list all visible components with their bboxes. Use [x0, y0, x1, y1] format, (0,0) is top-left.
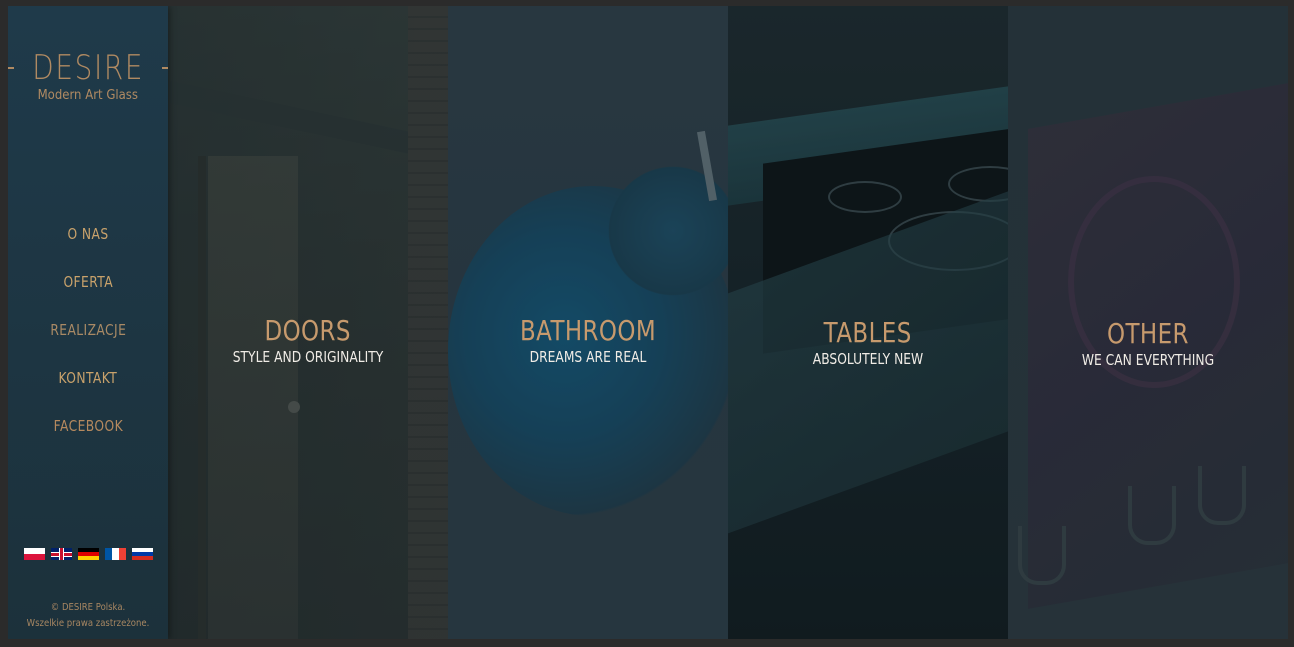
panel-label: BATHROOM DREAMS ARE REAL [448, 315, 728, 367]
panel-subtitle: ABSOLUTELY NEW [812, 350, 924, 368]
panel-other[interactable]: OTHER WE CAN EVERYTHING [1008, 6, 1288, 639]
panel-title: DOORS [264, 314, 352, 347]
logo-title: DESIRE [32, 48, 144, 88]
sidebar: DESIRE Modern Art Glass O NAS OFERTA REA… [8, 6, 168, 639]
copyright-line-1: © DESIRE Polska. [50, 602, 126, 613]
panel-label: TABLES ABSOLUTELY NEW [728, 317, 1008, 369]
flag-france-icon[interactable] [105, 548, 126, 560]
copyright-line-2: Wszelkie prawa zastrzeżone. [26, 618, 150, 629]
panel-label: DOORS STYLE AND ORIGINALITY [168, 315, 448, 367]
copyright: © DESIRE Polska. Wszelkie prawa zastrzeż… [8, 600, 168, 632]
panel-subtitle: STYLE AND ORIGINALITY [232, 348, 384, 366]
nav-item-facebook[interactable]: FACEBOOK [8, 412, 168, 460]
flag-uk-icon[interactable] [51, 548, 72, 560]
panel-title: BATHROOM [519, 314, 657, 347]
panel-subtitle: WE CAN EVERYTHING [1081, 351, 1215, 369]
panel-tables[interactable]: TABLES ABSOLUTELY NEW [728, 6, 1008, 639]
flag-germany-icon[interactable] [78, 548, 99, 560]
language-switcher [24, 548, 153, 560]
panel-title: OTHER [1107, 317, 1189, 350]
page-frame: DOORS STYLE AND ORIGINALITY BATHROOM DRE… [8, 6, 1288, 639]
panel-title: TABLES [823, 316, 913, 349]
nav-item-o-nas[interactable]: O NAS [8, 220, 168, 268]
nav-item-label: REALIZACJE [50, 321, 126, 339]
logo-subtitle: Modern Art Glass [37, 88, 139, 103]
logo[interactable]: DESIRE Modern Art Glass [8, 50, 168, 104]
nav-item-label: KONTAKT [58, 369, 118, 387]
nav-item-realizacje[interactable]: REALIZACJE [8, 316, 168, 364]
panel-subtitle: DREAMS ARE REAL [529, 348, 647, 366]
panel-doors[interactable]: DOORS STYLE AND ORIGINALITY [168, 6, 448, 639]
nav-item-label: O NAS [67, 225, 109, 243]
panel-label: OTHER WE CAN EVERYTHING [1008, 318, 1288, 370]
nav-item-label: FACEBOOK [53, 417, 123, 435]
flag-russia-icon[interactable] [132, 548, 153, 560]
main-nav: O NAS OFERTA REALIZACJE KONTAKT FACEBOOK [8, 220, 168, 460]
flag-poland-icon[interactable] [24, 548, 45, 560]
nav-item-label: OFERTA [63, 273, 113, 291]
panel-bathroom[interactable]: BATHROOM DREAMS ARE REAL [448, 6, 728, 639]
nav-item-oferta[interactable]: OFERTA [8, 268, 168, 316]
logo-dash-left [8, 67, 14, 69]
nav-item-kontakt[interactable]: KONTAKT [8, 364, 168, 412]
logo-dash-right [162, 67, 168, 69]
